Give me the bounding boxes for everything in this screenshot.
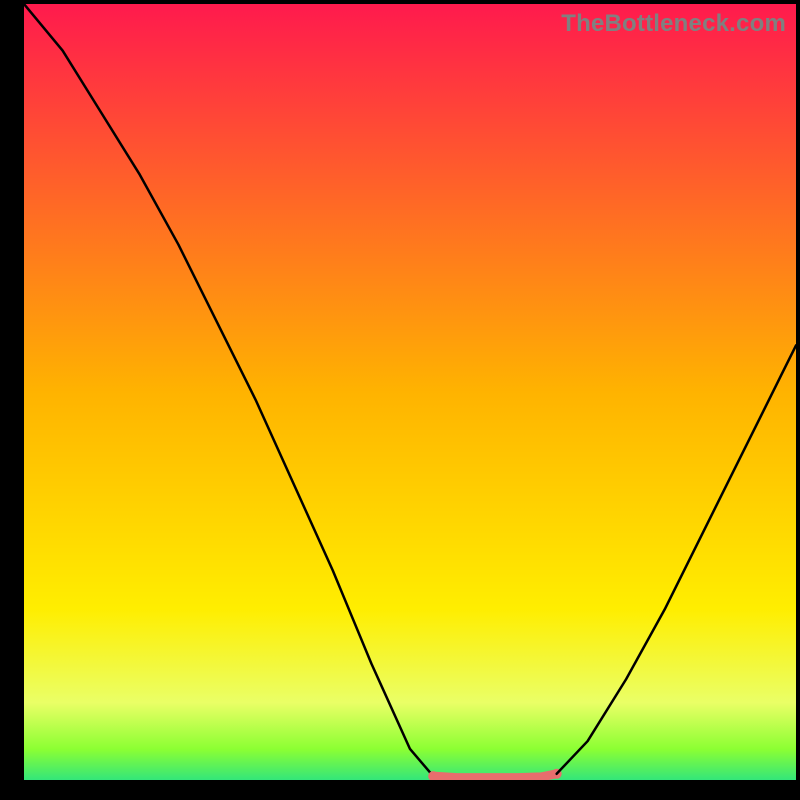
watermark-text: TheBottleneck.com [561, 10, 786, 38]
gradient-background [24, 4, 796, 780]
bottleneck-chart [24, 4, 796, 780]
chart-frame: TheBottleneck.com [24, 4, 796, 780]
series-flat-minimum [433, 774, 557, 778]
